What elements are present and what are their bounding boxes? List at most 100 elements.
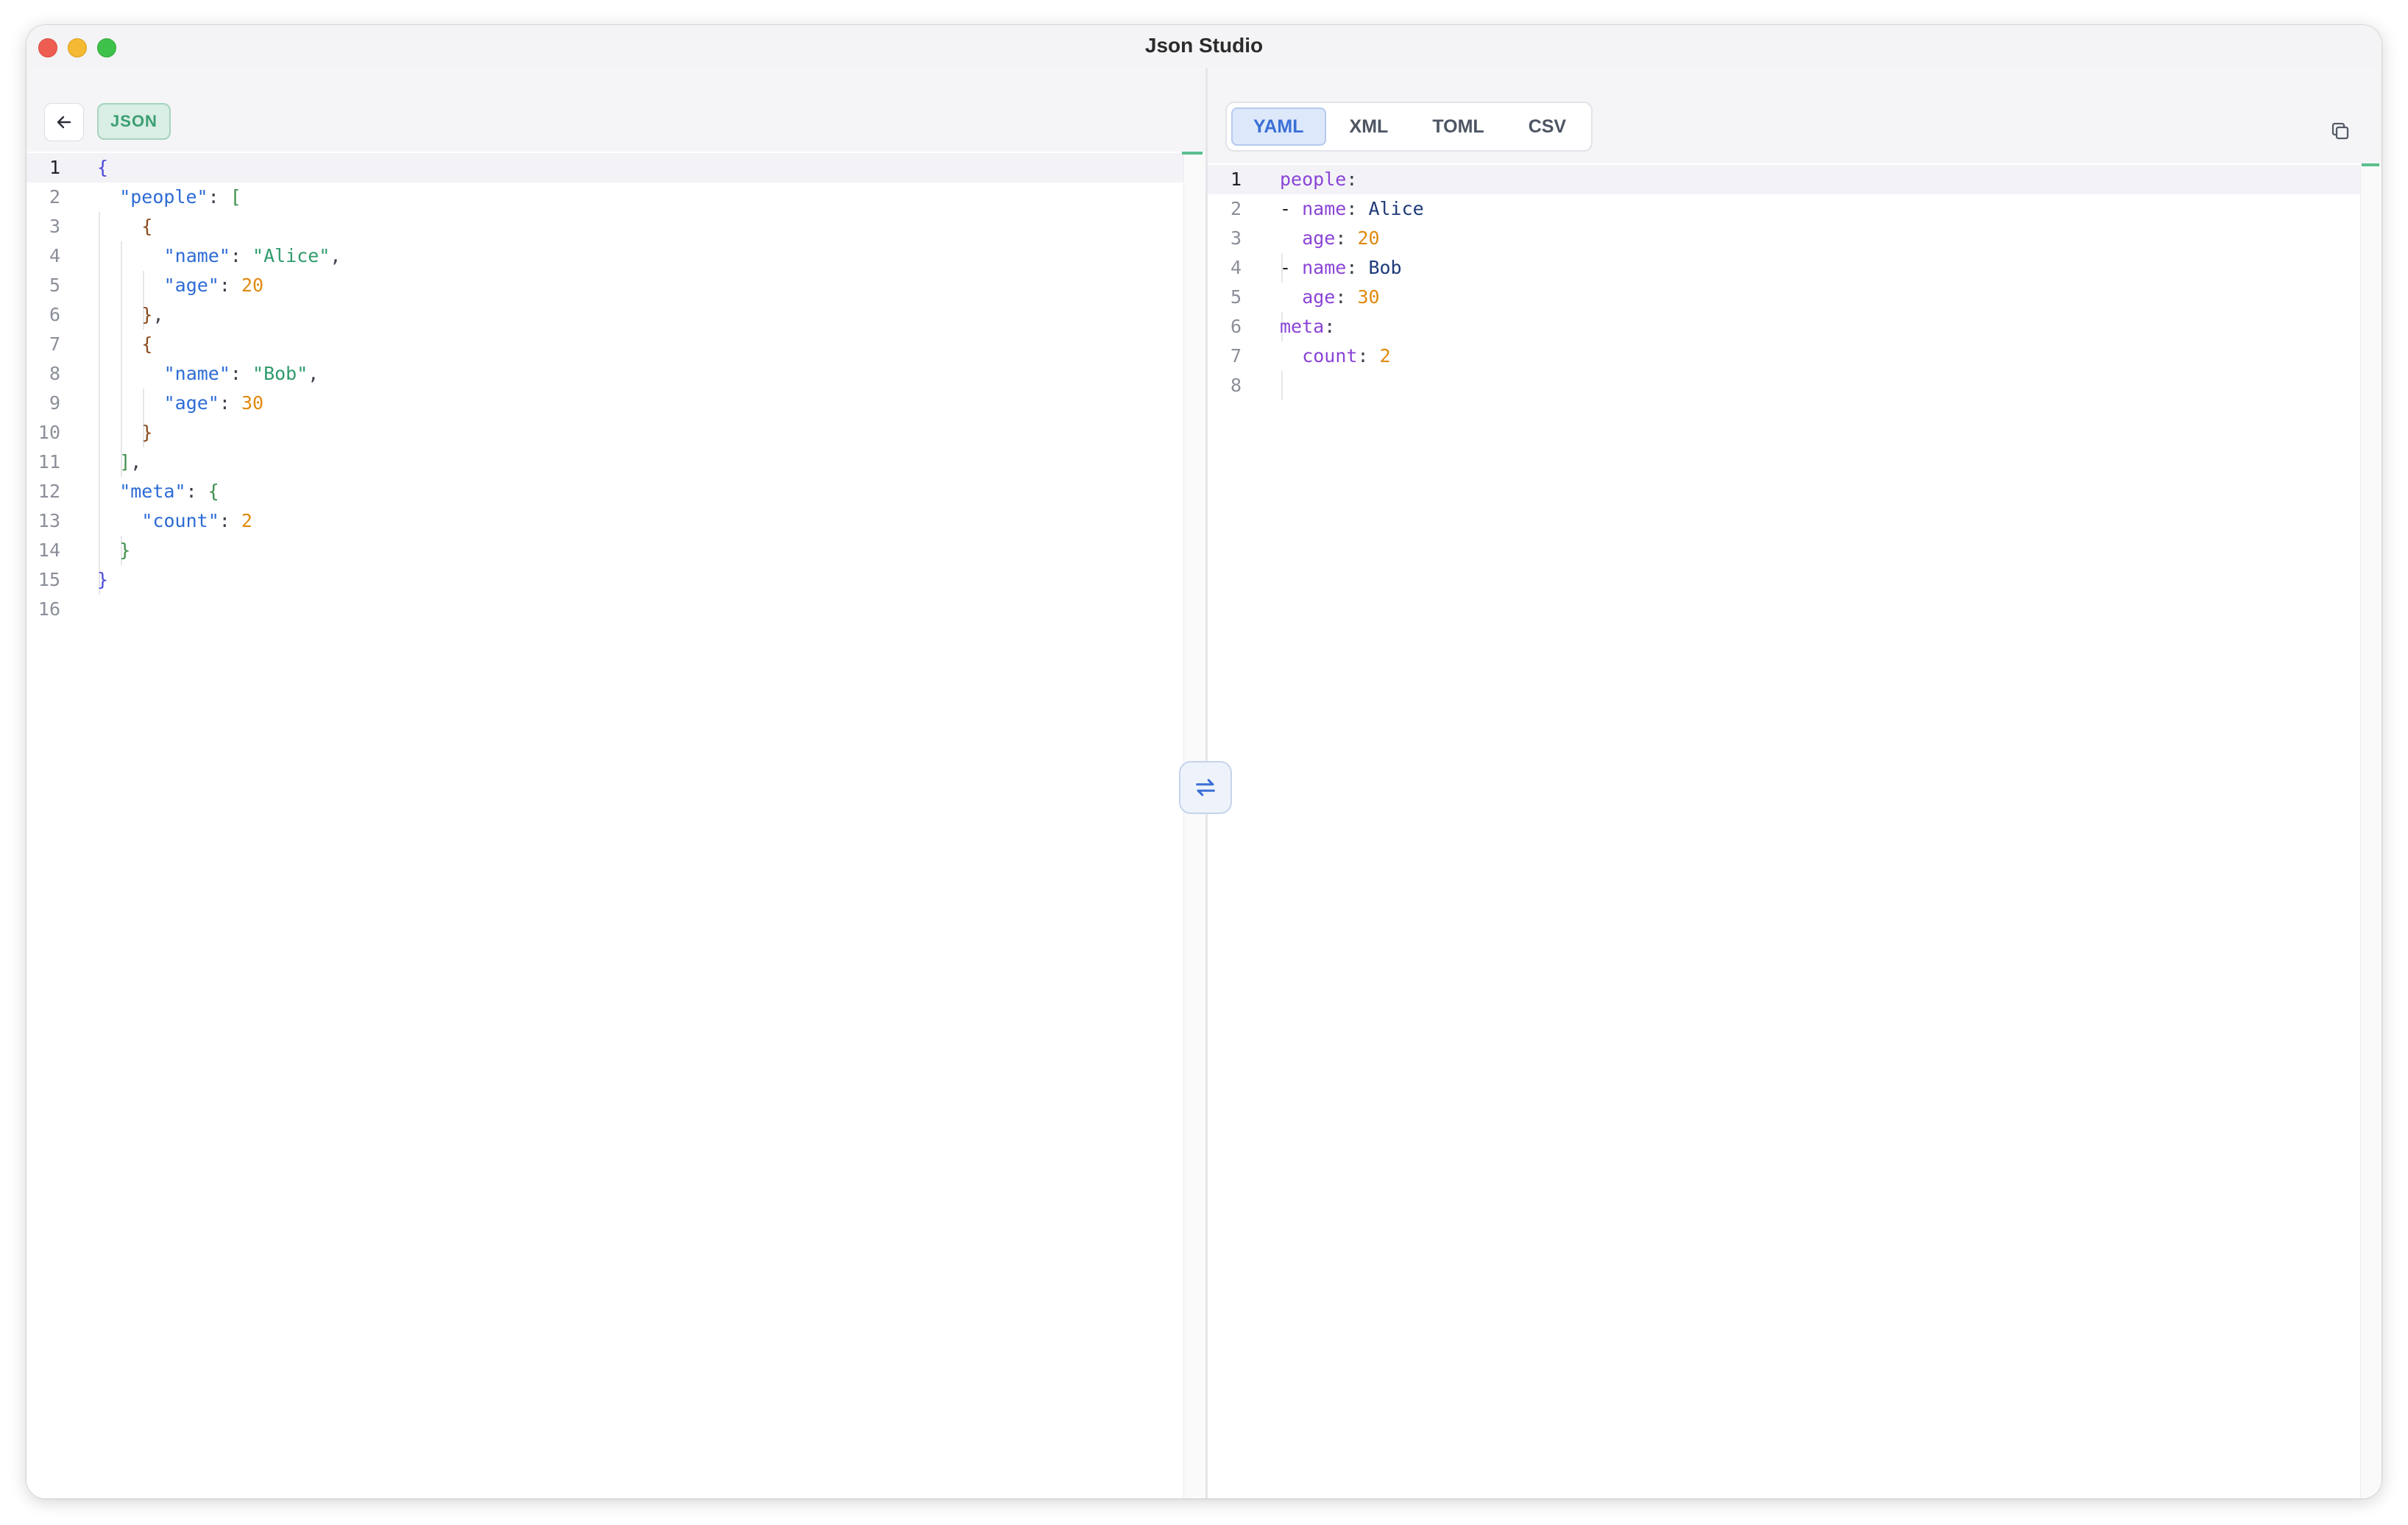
line-number: 14: [38, 539, 60, 561]
line-number: 1: [1230, 169, 1242, 190]
code-line[interactable]: 3{: [26, 212, 1183, 241]
indent-guide: [99, 241, 100, 271]
tab-toml[interactable]: TOML: [1412, 107, 1504, 146]
line-number: 11: [38, 451, 60, 473]
code-line[interactable]: 7{: [26, 330, 1183, 359]
code-token: age: [1302, 227, 1336, 249]
line-number: 5: [49, 275, 60, 296]
code-token: "age": [163, 275, 219, 296]
code-line[interactable]: 15}: [26, 565, 1183, 595]
code-token: {: [208, 481, 219, 502]
code-token: :: [1335, 227, 1358, 249]
copy-button[interactable]: [2324, 115, 2356, 147]
code-text: }: [141, 418, 152, 447]
back-button[interactable]: [44, 103, 84, 141]
indent-guide: [99, 359, 100, 389]
code-line[interactable]: 8: [1208, 371, 2360, 400]
code-line[interactable]: 2 - name: Alice: [1208, 194, 2360, 224]
code-token: {: [97, 157, 109, 178]
code-text: count: 2: [1302, 342, 1390, 371]
code-token: "Bob": [252, 363, 308, 384]
source-scrollbar[interactable]: [1183, 152, 1206, 1499]
code-line[interactable]: 9 "age": 30: [26, 389, 1183, 418]
code-line[interactable]: 6},: [26, 300, 1183, 330]
line-number: 2: [49, 186, 60, 208]
code-line[interactable]: 3 age: 20: [1208, 224, 2360, 253]
source-scroll-marker: [1182, 152, 1203, 155]
code-line[interactable]: 10}: [26, 418, 1183, 447]
code-token: name: [1302, 257, 1347, 278]
code-line[interactable]: 4 "name": "Alice",: [26, 241, 1183, 271]
code-token: "people": [119, 186, 208, 208]
tab-xml[interactable]: XML: [1329, 107, 1409, 146]
tab-yaml[interactable]: YAML: [1231, 107, 1326, 146]
code-line[interactable]: 8 "name": "Bob",: [26, 359, 1183, 389]
code-token: :: [219, 275, 241, 296]
code-token: 30: [1357, 286, 1380, 308]
code-token: "count": [141, 510, 219, 531]
json-editor[interactable]: 1{2 "people": [3{4 "name": "Alice", 5 "age":…: [26, 152, 1183, 1499]
line-number: 6: [1230, 316, 1242, 337]
indent-guide: [121, 241, 123, 271]
line-number: 7: [49, 333, 60, 355]
code-text: "count": 2: [141, 506, 252, 536]
indent-guide: [143, 271, 145, 300]
code-token: :: [1346, 198, 1369, 219]
arrow-left-icon: [57, 116, 71, 129]
code-line[interactable]: 4 - name: Bob: [1208, 253, 2360, 283]
code-token: }: [141, 304, 153, 325]
output-scrollbar[interactable]: [2360, 163, 2382, 1499]
code-token: }: [97, 569, 109, 590]
indent-guide: [121, 330, 123, 359]
code-token: people: [1280, 169, 1347, 190]
title-bar: Json Studio: [26, 25, 2382, 68]
code-line[interactable]: 12 "meta": {: [26, 477, 1183, 506]
code-line[interactable]: 1{: [26, 153, 1183, 183]
code-token: :: [1335, 286, 1358, 308]
code-text: },: [141, 300, 163, 330]
code-token: :: [208, 186, 230, 208]
source-format-badge[interactable]: JSON: [97, 103, 171, 140]
code-text: {: [141, 330, 152, 359]
code-token: "name": [163, 363, 230, 384]
indent-guide: [99, 330, 100, 359]
code-line[interactable]: 14}: [26, 536, 1183, 565]
code-token: {: [141, 216, 153, 237]
code-line[interactable]: 11],: [26, 447, 1183, 477]
output-pane: YAML XML TOML CSV 1 people: 2- name: Alice 3 ag…: [1208, 68, 2382, 1499]
indent-guide: [121, 271, 123, 300]
code-text: people:: [1280, 165, 1357, 194]
yaml-output-editor[interactable]: 1 people: 2- name: Alice 3 age: 20 4- name: B…: [1208, 163, 2360, 1499]
code-token: 30: [241, 392, 264, 414]
code-token: 2: [1379, 345, 1391, 367]
line-number: 16: [38, 598, 60, 620]
indent-guide: [99, 506, 100, 536]
code-token: count: [1302, 345, 1358, 367]
line-number: 3: [49, 216, 60, 237]
code-line[interactable]: 16: [26, 595, 1183, 624]
code-line[interactable]: 5 "age": 20: [26, 271, 1183, 300]
code-text: }: [97, 565, 108, 595]
code-token: "name": [163, 245, 230, 266]
code-line[interactable]: 13 "count": 2: [26, 506, 1183, 536]
code-line[interactable]: 5 age: 30: [1208, 283, 2360, 312]
code-token: 20: [241, 275, 264, 296]
code-line[interactable]: 2 "people": [: [26, 183, 1183, 212]
app-window: Json Studio JSON 1{2 "people": [3{4 "name"…: [26, 25, 2382, 1499]
line-number: 13: [38, 510, 60, 531]
source-toolbar: JSON: [26, 68, 1205, 152]
code-line[interactable]: 7 count: 2: [1208, 342, 2360, 371]
line-number: 15: [38, 569, 60, 590]
indent-guide: [99, 447, 100, 477]
swap-button[interactable]: [1179, 761, 1232, 814]
code-token: ,: [152, 304, 164, 325]
indent-guide: [121, 389, 123, 418]
tab-csv[interactable]: CSV: [1508, 107, 1587, 146]
code-line[interactable]: 6 meta:: [1208, 312, 2360, 342]
line-number: 5: [1230, 286, 1242, 308]
code-text: age: 20: [1302, 224, 1379, 253]
code-line[interactable]: 1 people:: [1208, 165, 2360, 194]
code-token: "Alice": [252, 245, 330, 266]
indent-guide: [1281, 371, 1283, 400]
indent-guide: [99, 389, 100, 418]
